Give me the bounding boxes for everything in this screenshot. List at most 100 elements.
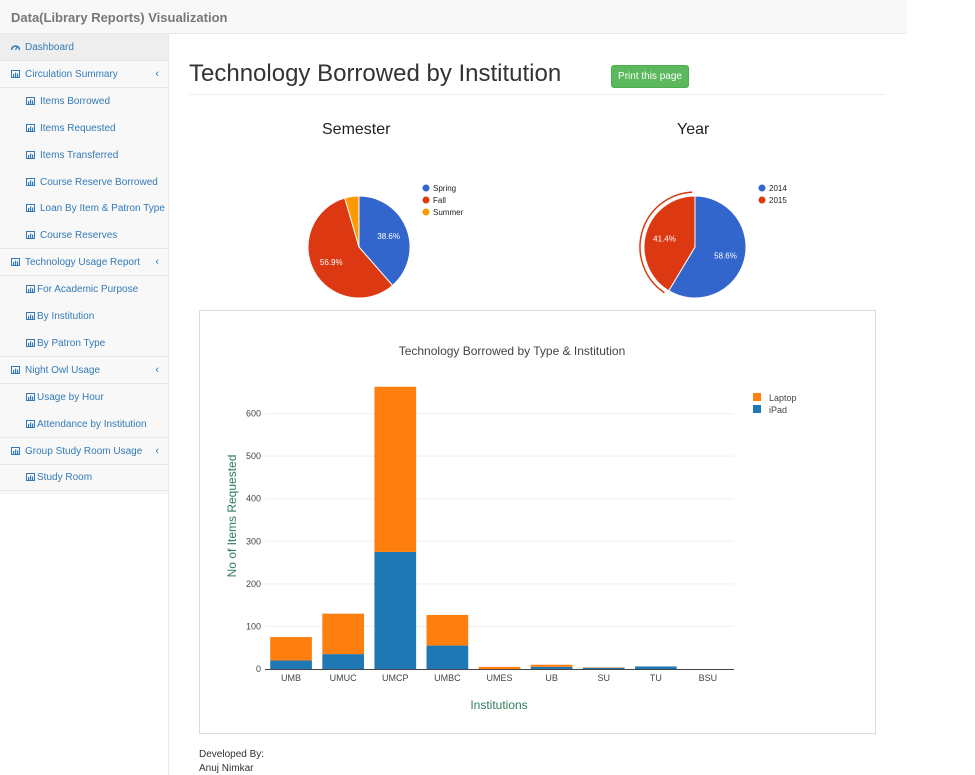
bar-ipad-tu[interactable] [634,666,677,669]
sidebar-item-label: Items Borrowed [40,95,111,107]
sidebar: Dashboard Circulation Summary ‹ Items Borro… [0,34,169,775]
legend-item-2015[interactable]: 2015 [758,196,788,205]
x-tick-label: UMBC [434,673,461,683]
sidebar-item-items-requested[interactable]: Items Requested [0,115,168,142]
sidebar-item-label: By Institution [37,311,95,322]
sidebar-item-items-borrowed[interactable]: Items Borrowed [0,88,168,115]
sidebar-item-label: Circulation Summary [25,68,118,80]
bar-ipad-umb[interactable] [270,660,312,669]
x-tick-label: UMB [281,673,301,683]
legend-item-fall[interactable]: Fall [422,196,447,205]
chevron-left-icon: ‹ [155,256,159,269]
legend-item-laptop[interactable]: Laptop [753,393,797,403]
page-title: Technology Borrowed by Institution [189,60,562,87]
dashboard-icon [11,45,20,51]
print-button[interactable]: Print this page [611,65,689,88]
sidebar-item-label: Usage by Hour [37,391,104,403]
sidebar-item-label: Course Reserves [40,230,118,242]
bar-chart-icon [26,96,35,105]
bar-laptop-umuc[interactable] [322,613,365,655]
bar-chart-icon [11,258,20,267]
sidebar-item-label: Technology Usage Report [25,257,141,269]
sidebar-item-group-study-room-usage[interactable]: Group Study Room Usage ‹ [0,438,168,465]
bar-laptop-umes[interactable] [478,666,521,669]
sidebar-item-label: Study Room [37,472,93,484]
legend-swatch [753,405,761,413]
app-title[interactable]: Data(Library Reports) Visualization [11,10,227,25]
sidebar-item-label: Loan By Item & Patron Type [40,203,165,215]
legend-label: Laptop [769,393,797,403]
sidebar-item-loan-by-item-patron-type[interactable]: Loan By Item & Patron Type [0,195,168,222]
legend-dot [758,196,766,204]
legend-dot [422,208,430,216]
bar-chart-icon [26,204,35,213]
bar-laptop-umbc[interactable] [426,614,469,646]
title-divider [189,94,886,95]
bar-chart-icon [26,285,35,294]
sidebar-item-by-institution[interactable]: By Institution [0,303,168,330]
bar-laptop-umb[interactable] [270,637,312,661]
year-pie-chart: 58.6% 2014 41.4% 2015 [639,184,788,299]
sidebar-item-label: Items Requested [40,122,116,134]
legend-label: Spring [433,184,456,193]
semester-pie-title: Semester [322,121,391,138]
sidebar-item-by-patron-type[interactable]: By Patron Type [0,330,168,357]
legend-label: Summer [433,208,464,217]
pie-slice-label: 56.9% [320,258,343,267]
navbar: Data(Library Reports) Visualization [0,0,907,34]
sidebar-item-night-owl-usage[interactable]: Night Owl Usage ‹ [0,357,168,384]
y-tick-label: 200 [246,579,261,589]
bar-laptop-ub[interactable] [530,664,573,667]
bar-chart-icon [26,123,35,132]
sidebar-item-study-room[interactable]: Study Room [0,464,168,492]
bar-ipad-umcp[interactable] [374,551,417,669]
x-tick-label: UMES [486,673,512,683]
bar-ipad-umuc[interactable] [322,654,365,669]
footer-developed-by: Developed By: [199,749,265,760]
bar-chart: Technology Borrowed by Type & Institutio… [225,344,797,712]
bar-laptop-umcp[interactable] [374,386,417,552]
legend-item-2014[interactable]: 2014 [758,184,788,193]
sidebar-item-label: Dashboard [25,42,74,53]
sidebar-item-label: Night Owl Usage [25,364,101,376]
pie-slice-label: 41.4% [653,235,676,244]
sidebar-item-attendance-by-institution[interactable]: Attendance by Institution [0,411,168,438]
sidebar-item-course-reserves[interactable]: Course Reserves [0,222,168,250]
bar-chart-icon [26,473,35,482]
legend-dot [422,184,430,192]
bar-chart-icon [11,69,20,78]
bar-chart-icon [26,231,35,240]
bar-chart-icon [26,312,35,320]
sidebar-item-circulation-summary[interactable]: Circulation Summary ‹ [0,61,168,88]
year-pie-title: Year [677,121,710,138]
x-axis-title: Institutions [470,698,527,712]
sidebar-item-dashboard[interactable]: Dashboard [0,34,168,61]
bar-chart-icon [26,392,35,401]
sidebar-item-label: By Patron Type [37,337,106,349]
sidebar-item-label: Course Reserve Borrowed [40,176,158,188]
sidebar-item-course-reserve-borrowed[interactable]: Course Reserve Borrowed [0,169,168,196]
legend-item-summer[interactable]: Summer [422,208,464,217]
pie-slice-label: 38.6% [377,232,400,241]
pie-slice-label: 58.6% [714,251,737,260]
bar-chart-icon [26,177,35,186]
bar-chart-title: Technology Borrowed by Type & Institutio… [399,344,626,358]
bar-chart-icon [26,338,35,347]
legend-item-ipad[interactable]: iPad [753,405,787,415]
sidebar-item-items-transferred[interactable]: Items Transferred [0,142,168,169]
bar-chart-panel: Technology Borrowed by Type & Institutio… [199,310,876,734]
y-tick-label: 300 [246,536,261,546]
legend-item-spring[interactable]: Spring [422,184,457,193]
sidebar-item-label: Items Transferred [40,149,119,161]
bar-ipad-su[interactable] [582,667,625,669]
legend-label: 2014 [769,184,787,193]
sidebar-item-for-academic-purpose[interactable]: For Academic Purpose [0,276,168,303]
sidebar-item-usage-by-hour[interactable]: Usage by Hour [0,384,168,411]
sidebar-item-label: Attendance by Institution [37,418,147,430]
sidebar-item-label: For Academic Purpose [37,284,139,296]
legend-label: Fall [433,196,446,205]
sidebar-item-technology-usage-report[interactable]: Technology Usage Report ‹ [0,249,168,277]
y-tick-label: 400 [246,494,261,504]
bar-ipad-ub[interactable] [530,666,573,669]
bar-ipad-umbc[interactable] [426,645,469,669]
